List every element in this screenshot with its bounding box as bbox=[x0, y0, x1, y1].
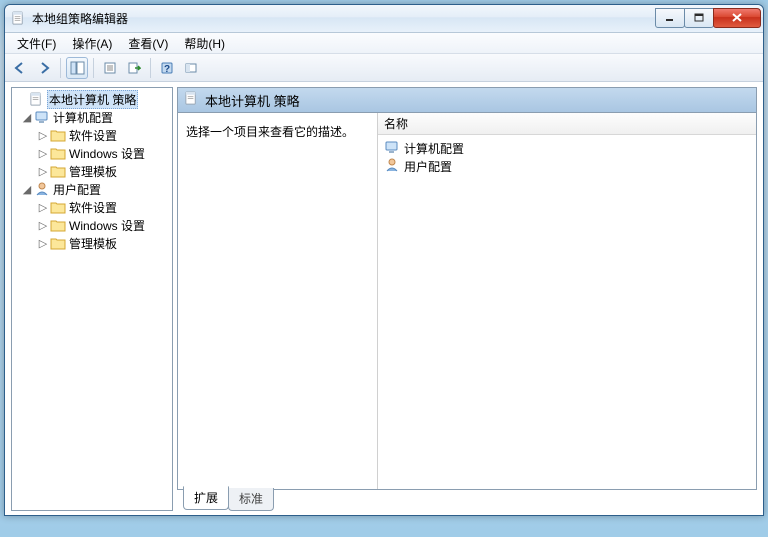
collapse-icon[interactable]: ◢ bbox=[20, 183, 34, 196]
tree-label: 用户配置 bbox=[53, 181, 101, 198]
maximize-button[interactable] bbox=[684, 8, 714, 28]
menu-view[interactable]: 查看(V) bbox=[120, 33, 176, 54]
svg-text:?: ? bbox=[164, 64, 170, 75]
tree-node-software[interactable]: ▷ 软件设置 bbox=[12, 198, 172, 216]
details-title: 本地计算机 策略 bbox=[205, 91, 300, 110]
list-items: 计算机配置 用户配置 bbox=[378, 135, 756, 179]
description-prompt: 选择一个项目来查看它的描述。 bbox=[186, 123, 369, 140]
toolbar-divider bbox=[93, 58, 94, 78]
user-icon bbox=[34, 181, 50, 197]
scroll-icon bbox=[28, 91, 44, 107]
list-item-label: 用户配置 bbox=[404, 158, 452, 175]
help-button[interactable]: ? bbox=[156, 57, 178, 79]
menu-file[interactable]: 文件(F) bbox=[9, 33, 64, 54]
show-hide-tree-button[interactable] bbox=[66, 57, 88, 79]
scroll-icon bbox=[184, 91, 199, 109]
tree-node-user[interactable]: ◢ 用户配置 bbox=[12, 180, 172, 198]
toolbar-divider bbox=[150, 58, 151, 78]
expand-icon[interactable]: ▷ bbox=[36, 201, 50, 214]
user-icon bbox=[384, 157, 400, 176]
toolbar: ? bbox=[5, 54, 763, 82]
tree-view[interactable]: 本地计算机 策略 ◢ 计算机配置 ▷ 软件设置 ▷ Windows 设置 ▷ 管… bbox=[11, 87, 173, 511]
properties-button[interactable] bbox=[99, 57, 121, 79]
back-button[interactable] bbox=[9, 57, 31, 79]
computer-icon bbox=[384, 139, 400, 158]
filter-button[interactable] bbox=[180, 57, 202, 79]
content-area: 选择一个项目来查看它的描述。 名称 计算机配置 用户配置 bbox=[177, 113, 757, 490]
tree-label: 管理模板 bbox=[69, 163, 117, 180]
tree-label: Windows 设置 bbox=[69, 145, 145, 162]
list-item-label: 计算机配置 bbox=[404, 140, 464, 157]
details-header: 本地计算机 策略 bbox=[177, 87, 757, 113]
tab-standard[interactable]: 标准 bbox=[228, 488, 274, 511]
view-tabs: 扩展 标准 bbox=[177, 489, 757, 511]
collapse-icon[interactable]: ◢ bbox=[20, 111, 34, 124]
description-pane: 选择一个项目来查看它的描述。 bbox=[178, 113, 378, 489]
folder-icon bbox=[50, 235, 66, 251]
expand-icon[interactable]: ▷ bbox=[36, 129, 50, 142]
list-pane: 名称 计算机配置 用户配置 bbox=[378, 113, 756, 489]
titlebar[interactable]: 本地组策略编辑器 bbox=[5, 5, 763, 33]
tree-node-software[interactable]: ▷ 软件设置 bbox=[12, 126, 172, 144]
list-item-computer[interactable]: 计算机配置 bbox=[384, 139, 750, 157]
menu-action[interactable]: 操作(A) bbox=[64, 33, 120, 54]
tree-label: 本地计算机 策略 bbox=[47, 90, 138, 109]
tree-label: Windows 设置 bbox=[69, 217, 145, 234]
menu-help[interactable]: 帮助(H) bbox=[176, 33, 233, 54]
tree-node-windows[interactable]: ▷ Windows 设置 bbox=[12, 216, 172, 234]
window-title: 本地组策略编辑器 bbox=[32, 10, 656, 27]
folder-icon bbox=[50, 127, 66, 143]
tree-root[interactable]: 本地计算机 策略 bbox=[12, 90, 172, 108]
app-icon bbox=[11, 11, 27, 27]
tab-extended[interactable]: 扩展 bbox=[183, 486, 229, 510]
tree-node-templates[interactable]: ▷ 管理模板 bbox=[12, 162, 172, 180]
details-pane: 本地计算机 策略 选择一个项目来查看它的描述。 名称 计算机配置 bbox=[177, 87, 757, 511]
expand-icon[interactable]: ▷ bbox=[36, 147, 50, 160]
column-label: 名称 bbox=[384, 115, 408, 132]
tree-node-templates[interactable]: ▷ 管理模板 bbox=[12, 234, 172, 252]
folder-icon bbox=[50, 145, 66, 161]
computer-icon bbox=[34, 109, 50, 125]
tree-node-windows[interactable]: ▷ Windows 设置 bbox=[12, 144, 172, 162]
tree-node-computer[interactable]: ◢ 计算机配置 bbox=[12, 108, 172, 126]
tab-label: 扩展 bbox=[194, 491, 218, 505]
toolbar-divider bbox=[60, 58, 61, 78]
tree-label: 软件设置 bbox=[69, 199, 117, 216]
close-button[interactable] bbox=[713, 8, 761, 28]
tree-label: 管理模板 bbox=[69, 235, 117, 252]
tree-label: 软件设置 bbox=[69, 127, 117, 144]
gpedit-window: 本地组策略编辑器 文件(F) 操作(A) 查看(V) 帮助(H) ? 本地计算机… bbox=[4, 4, 764, 516]
column-header-name[interactable]: 名称 bbox=[378, 113, 756, 135]
expand-icon[interactable]: ▷ bbox=[36, 237, 50, 250]
folder-icon bbox=[50, 217, 66, 233]
minimize-button[interactable] bbox=[655, 8, 685, 28]
export-list-button[interactable] bbox=[123, 57, 145, 79]
window-buttons bbox=[656, 9, 761, 28]
tree-label: 计算机配置 bbox=[53, 109, 113, 126]
expand-icon[interactable]: ▷ bbox=[36, 219, 50, 232]
forward-button[interactable] bbox=[33, 57, 55, 79]
folder-icon bbox=[50, 199, 66, 215]
menubar: 文件(F) 操作(A) 查看(V) 帮助(H) bbox=[5, 33, 763, 54]
tab-label: 标准 bbox=[239, 492, 263, 506]
folder-icon bbox=[50, 163, 66, 179]
expand-icon[interactable]: ▷ bbox=[36, 165, 50, 178]
list-item-user[interactable]: 用户配置 bbox=[384, 157, 750, 175]
